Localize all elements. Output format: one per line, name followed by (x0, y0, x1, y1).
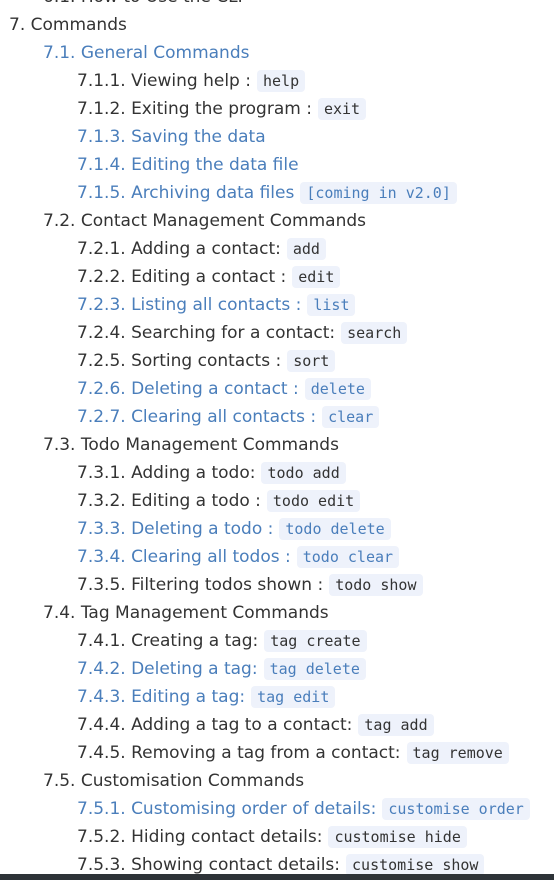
command-code[interactable]: edit (292, 266, 341, 288)
toc-item-label[interactable]: 7.1.1. Viewing help : (77, 71, 251, 91)
toc-item[interactable]: 7.2.3. Listing all contacts : list (0, 291, 554, 319)
toc-item-label[interactable]: 7.3.4. Clearing all todos : (77, 547, 291, 567)
toc-item[interactable]: 7.4.2. Deleting a tag: tag delete (0, 655, 554, 683)
command-code[interactable]: customise order (382, 798, 530, 820)
toc-item[interactable]: 7.5.2. Hiding contact details: customise … (0, 823, 554, 851)
command-code[interactable]: help (256, 70, 306, 92)
command-code[interactable]: todo edit (266, 490, 361, 512)
toc-item[interactable]: 7.4.4. Adding a tag to a contact: tag add (0, 711, 554, 739)
toc-item[interactable]: 7.4.5. Removing a tag from a contact: tag… (0, 739, 554, 767)
command-code[interactable]: todo delete (279, 518, 391, 540)
toc-item[interactable]: 7.3.3. Deleting a todo : todo delete (0, 515, 554, 543)
toc-item-label[interactable]: 7.4.4. Adding a tag to a contact: (77, 715, 352, 735)
toc-item[interactable]: 7.1.4. Editing the data file (0, 151, 554, 179)
toc-item-label[interactable]: 7.2.7. Clearing all contacts : (77, 407, 316, 427)
toc-item-label[interactable]: 7.4.2. Deleting a tag: (77, 659, 258, 679)
command-code[interactable]: tag create (264, 630, 367, 652)
toc-item[interactable]: 7.1.5. Archiving data files [coming in v2… (0, 179, 554, 207)
toc-item[interactable]: 7.3.2. Editing a todo : todo edit (0, 487, 554, 515)
toc-item-label[interactable]: 6.1. How to Use the CLI (43, 0, 243, 7)
bottom-bar (0, 874, 554, 880)
toc-item-label[interactable]: 7.5.2. Hiding contact details: (77, 827, 322, 847)
toc-item-label[interactable]: 7.3.3. Deleting a todo : (77, 519, 273, 539)
toc-item-label[interactable]: 7.2.1. Adding a contact: (77, 239, 281, 259)
toc-item-label[interactable]: 7.3.2. Editing a todo : (77, 491, 261, 511)
command-code[interactable]: sort (287, 350, 336, 372)
toc-item-label[interactable]: 7.3. Todo Management Commands (43, 435, 339, 455)
toc-item-label[interactable]: 7.1.5. Archiving data files (77, 183, 294, 203)
toc-item-label[interactable]: 7. Commands (9, 15, 127, 35)
toc-item[interactable]: 7.2.1. Adding a contact: add (0, 235, 554, 263)
toc-item[interactable]: 7.2.4. Searching for a contact: search (0, 319, 554, 347)
command-code[interactable]: delete (304, 378, 371, 400)
command-code[interactable]: list (307, 294, 356, 316)
toc-item[interactable]: 7.3. Todo Management Commands (0, 431, 554, 459)
command-code[interactable]: exit (317, 98, 367, 120)
toc-item[interactable]: 7.4.3. Editing a tag: tag edit (0, 683, 554, 711)
toc-item-label[interactable]: 7.2.4. Searching for a contact: (77, 323, 335, 343)
command-code[interactable]: add (286, 238, 326, 260)
command-code[interactable]: tag remove (406, 742, 509, 764)
toc-item[interactable]: 7.1. General Commands (0, 39, 554, 67)
toc-item-label[interactable]: 7.5.3. Showing contact details: (77, 855, 340, 875)
command-code[interactable]: search (341, 322, 408, 344)
command-code[interactable]: todo clear (296, 546, 400, 568)
command-code[interactable]: tag edit (251, 686, 336, 708)
toc-item-label[interactable]: 7.2.2. Editing a contact : (77, 267, 286, 287)
toc-item[interactable]: 7.5.1. Customising order of details: cust… (0, 795, 554, 823)
command-code[interactable]: clear (322, 406, 380, 428)
toc-item[interactable]: 7.1.2. Exiting the program : exit (0, 95, 554, 123)
command-code[interactable]: todo add (261, 462, 346, 484)
toc-item[interactable]: 7.1.3. Saving the data (0, 123, 554, 151)
toc-item[interactable]: 7.2.5. Sorting contacts : sort (0, 347, 554, 375)
command-code[interactable]: customise show (346, 854, 485, 876)
toc-item-label[interactable]: 7.5.1. Customising order of details: (77, 799, 376, 819)
toc-item[interactable]: 7.4.1. Creating a tag: tag create (0, 627, 554, 655)
toc-item-label[interactable]: 7.4.5. Removing a tag from a contact: (77, 743, 401, 763)
toc-item[interactable]: 7.3.5. Filtering todos shown : todo show (0, 571, 554, 599)
toc-item[interactable]: 7.4. Tag Management Commands (0, 599, 554, 627)
toc-item-label[interactable]: 7.2.3. Listing all contacts : (77, 295, 301, 315)
toc-item-label[interactable]: 7.1.4. Editing the data file (77, 155, 299, 175)
toc-item[interactable]: 7.2.2. Editing a contact : edit (0, 263, 554, 291)
toc-item-label[interactable]: 7.1.2. Exiting the program : (77, 99, 312, 119)
toc-item[interactable]: 7.3.1. Adding a todo: todo add (0, 459, 554, 487)
command-code[interactable]: todo show (329, 574, 423, 596)
toc-item[interactable]: 6.1. How to Use the CLI (0, 0, 554, 11)
toc-item-label[interactable]: 7.1.3. Saving the data (77, 127, 266, 147)
toc-item-label[interactable]: 7.1. General Commands (43, 43, 249, 63)
toc-item-label[interactable]: 7.2.6. Deleting a contact : (77, 379, 299, 399)
toc-item-label[interactable]: 7.4.1. Creating a tag: (77, 631, 258, 651)
toc-item[interactable]: 7.2. Contact Management Commands (0, 207, 554, 235)
toc-item-label[interactable]: 7.3.5. Filtering todos shown : (77, 575, 323, 595)
toc-item[interactable]: 7.5. Customisation Commands (0, 767, 554, 795)
toc-item-label[interactable]: 7.4.3. Editing a tag: (77, 687, 245, 707)
toc-item-label[interactable]: 7.2.5. Sorting contacts : (77, 351, 281, 371)
table-of-contents: 6.1. How to Use the CLI 7. Commands 7.1. G… (0, 0, 554, 879)
command-code[interactable]: customise hide (328, 826, 467, 848)
toc-item-label[interactable]: 7.5. Customisation Commands (43, 771, 304, 791)
toc-item[interactable]: 7. Commands (0, 11, 554, 39)
toc-item[interactable]: 7.2.7. Clearing all contacts : clear (0, 403, 554, 431)
toc-item-label[interactable]: 7.3.1. Adding a todo: (77, 463, 255, 483)
command-code[interactable]: tag add (358, 714, 434, 736)
toc-item[interactable]: 7.1.1. Viewing help : help (0, 67, 554, 95)
toc-item-label[interactable]: 7.4. Tag Management Commands (43, 603, 329, 623)
command-code[interactable]: [coming in v2.0] (300, 182, 457, 204)
toc-item-label[interactable]: 7.2. Contact Management Commands (43, 211, 366, 231)
command-code[interactable]: tag delete (263, 658, 366, 680)
toc-item[interactable]: 7.3.4. Clearing all todos : todo clear (0, 543, 554, 571)
toc-item[interactable]: 7.2.6. Deleting a contact : delete (0, 375, 554, 403)
